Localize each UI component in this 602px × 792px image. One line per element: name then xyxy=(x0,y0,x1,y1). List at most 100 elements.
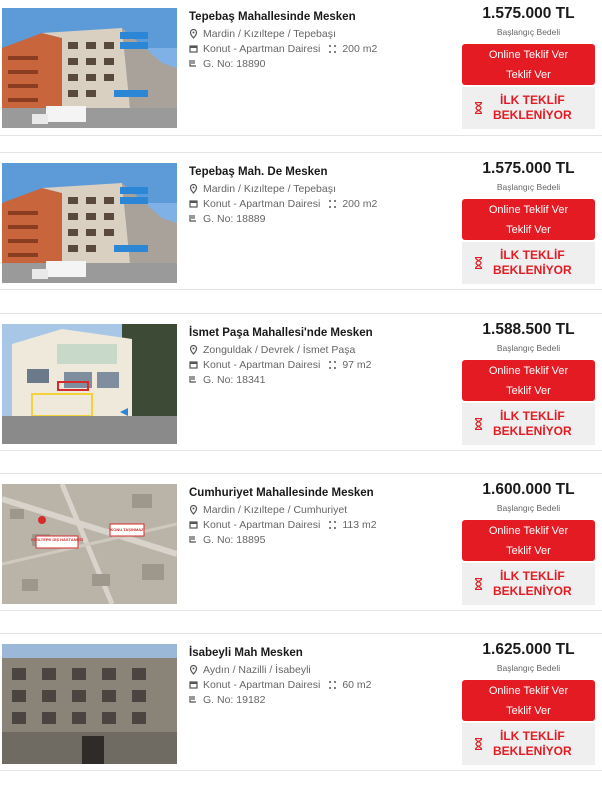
online-offer-button[interactable]: Online Teklif Ver Teklif Ver xyxy=(462,44,595,85)
offer-button-line1: Online Teklif Ver xyxy=(488,204,569,216)
listing-title[interactable]: Cumhuriyet Mahallesinde Mesken xyxy=(189,486,444,501)
listing-type: Konut - Apartman Dairesi xyxy=(203,198,321,210)
listing-area: 113 m2 xyxy=(342,519,377,531)
listing-area: 97 m2 xyxy=(342,359,372,371)
listing-location: Mardin / Kızıltepe / Tepebaşı xyxy=(203,28,336,40)
listing-card: KIZILTEPE DİŞ HASTANESİ KONU TAŞINMAZ Cu… xyxy=(0,473,602,611)
status-badge: İLK TEKLİF BEKLENİYOR xyxy=(462,563,595,605)
area-icon xyxy=(328,199,337,209)
status-line2: BEKLENİYOR xyxy=(493,108,572,122)
status-badge: İLK TEKLİF BEKLENİYOR xyxy=(462,87,595,129)
listing-gno: G. No: 18889 xyxy=(203,213,266,225)
price-label: Başlangıç Bedeli xyxy=(496,663,561,673)
listing-photo[interactable] xyxy=(2,163,177,283)
status-line1: İLK TEKLİF xyxy=(500,569,565,583)
listing-title[interactable]: İsabeyli Mah Mesken xyxy=(189,646,444,661)
property-type-icon xyxy=(189,520,198,530)
status-badge: İLK TEKLİF BEKLENİYOR xyxy=(462,723,595,765)
listing-card: İsabeyli Mah Mesken Aydın / Nazilli / İs… xyxy=(0,633,602,771)
status-line1: İLK TEKLİF xyxy=(500,248,565,262)
listing-price: 1.625.000 TL xyxy=(482,641,575,658)
location-pin-icon xyxy=(189,28,198,39)
listing-gno: G. No: 19182 xyxy=(203,694,266,706)
grid-number-icon xyxy=(189,535,198,545)
listing-gno: G. No: 18341 xyxy=(203,374,266,386)
listing-area: 200 m2 xyxy=(342,43,378,55)
listing-title[interactable]: Tepebaş Mah. De Mesken xyxy=(189,165,444,180)
grid-number-icon xyxy=(189,375,198,385)
listing-type: Konut - Apartman Dairesi xyxy=(203,519,321,531)
price-label: Başlangıç Bedeli xyxy=(496,182,561,192)
house-photo xyxy=(2,324,177,444)
property-type-icon xyxy=(189,44,198,54)
offer-button-line2: Teklif Ver xyxy=(506,705,551,717)
grid-number-icon xyxy=(189,214,198,224)
building-photo xyxy=(2,163,177,283)
area-icon xyxy=(328,360,337,370)
status-line2: BEKLENİYOR xyxy=(493,584,572,598)
hourglass-icon xyxy=(474,257,483,269)
property-type-icon xyxy=(189,360,198,370)
offer-button-line1: Online Teklif Ver xyxy=(488,49,569,61)
listing-photo[interactable] xyxy=(2,8,177,128)
listing-photo[interactable]: KIZILTEPE DİŞ HASTANESİ KONU TAŞINMAZ xyxy=(2,484,177,604)
offer-button-line2: Teklif Ver xyxy=(506,385,551,397)
listing-title[interactable]: Tepebaş Mahallesinde Mesken xyxy=(189,10,444,25)
map-label-hospital: KIZILTEPE DİŞ HASTANESİ xyxy=(31,537,83,542)
listing-price: 1.600.000 TL xyxy=(482,481,575,498)
map-photo: KIZILTEPE DİŞ HASTANESİ KONU TAŞINMAZ xyxy=(2,484,177,604)
building-photo xyxy=(2,8,177,128)
grid-number-icon xyxy=(189,695,198,705)
listing-photo[interactable] xyxy=(2,644,177,764)
hourglass-icon xyxy=(474,738,483,750)
status-line2: BEKLENİYOR xyxy=(493,744,572,758)
listing-card: Tepebaş Mah. De Mesken Mardin / Kızıltep… xyxy=(0,152,602,290)
online-offer-button[interactable]: Online Teklif Ver Teklif Ver xyxy=(462,680,595,721)
offer-button-line2: Teklif Ver xyxy=(506,69,551,81)
grid-number-icon xyxy=(189,59,198,69)
offer-button-line1: Online Teklif Ver xyxy=(488,525,569,537)
price-label: Başlangıç Bedeli xyxy=(496,503,561,513)
location-pin-icon xyxy=(189,344,198,355)
area-icon xyxy=(328,520,337,530)
listing-type: Konut - Apartman Dairesi xyxy=(203,679,321,691)
status-line1: İLK TEKLİF xyxy=(500,409,565,423)
area-icon xyxy=(328,44,337,54)
listing-type: Konut - Apartman Dairesi xyxy=(203,359,321,371)
listing-location: Mardin / Kızıltepe / Cumhuriyet xyxy=(203,504,348,516)
listing-area: 60 m2 xyxy=(342,679,372,691)
offer-button-line2: Teklif Ver xyxy=(506,224,551,236)
listing-location: Aydın / Nazilli / İsabeyli xyxy=(203,664,311,676)
offer-button-line2: Teklif Ver xyxy=(506,545,551,557)
listing-gno: G. No: 18895 xyxy=(203,534,266,546)
facade-photo xyxy=(2,644,177,764)
status-badge: İLK TEKLİF BEKLENİYOR xyxy=(462,242,595,284)
listing-area: 200 m2 xyxy=(342,198,378,210)
listing-gno: G. No: 18890 xyxy=(203,58,266,70)
property-type-icon xyxy=(189,680,198,690)
online-offer-button[interactable]: Online Teklif Ver Teklif Ver xyxy=(462,360,595,401)
listing-card: İsmet Paşa Mahallesi'nde Mesken Zongulda… xyxy=(0,313,602,451)
area-icon xyxy=(328,680,337,690)
status-line1: İLK TEKLİF xyxy=(500,729,565,743)
price-label: Başlangıç Bedeli xyxy=(496,343,561,353)
status-badge: İLK TEKLİF BEKLENİYOR xyxy=(462,403,595,445)
offer-button-line1: Online Teklif Ver xyxy=(488,685,569,697)
listing-card: Tepebaş Mahallesinde Mesken Mardin / Kız… xyxy=(0,0,602,136)
listing-location: Zonguldak / Devrek / İsmet Paşa xyxy=(203,344,356,356)
location-pin-icon xyxy=(189,504,198,515)
status-line2: BEKLENİYOR xyxy=(493,424,572,438)
listing-type: Konut - Apartman Dairesi xyxy=(203,43,321,55)
listing-price: 1.575.000 TL xyxy=(482,5,575,22)
location-pin-icon xyxy=(189,664,198,675)
online-offer-button[interactable]: Online Teklif Ver Teklif Ver xyxy=(462,520,595,561)
hourglass-icon xyxy=(474,578,483,590)
property-type-icon xyxy=(189,199,198,209)
listing-location: Mardin / Kızıltepe / Tepebaşı xyxy=(203,183,336,195)
listing-title[interactable]: İsmet Paşa Mahallesi'nde Mesken xyxy=(189,326,444,341)
online-offer-button[interactable]: Online Teklif Ver Teklif Ver xyxy=(462,199,595,240)
offer-button-line1: Online Teklif Ver xyxy=(488,365,569,377)
status-line2: BEKLENİYOR xyxy=(493,263,572,277)
listing-price: 1.575.000 TL xyxy=(482,160,575,177)
listing-photo[interactable] xyxy=(2,324,177,444)
